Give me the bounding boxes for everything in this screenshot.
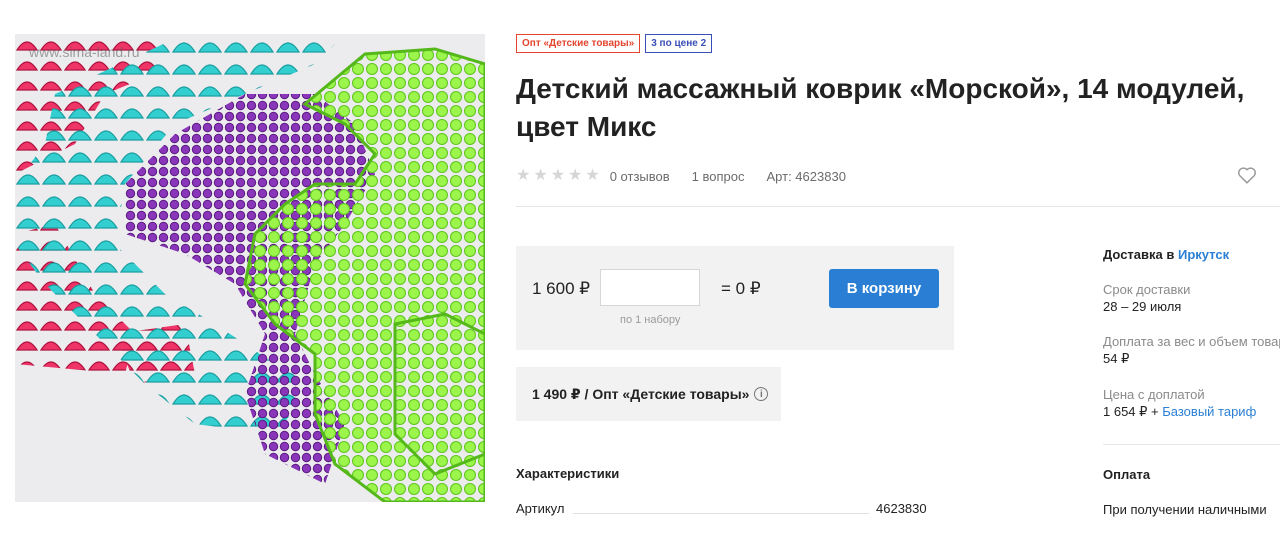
tariff-link[interactable]: Базовый тариф [1162,404,1256,419]
image-watermark: www.sima-land.ru [29,44,140,60]
favorite-heart-icon[interactable] [1236,164,1258,186]
star-icon: ★ [533,167,548,184]
payment-heading: Оплата [1103,467,1151,482]
leader-line [573,513,869,514]
massage-mat-illustration [15,34,485,502]
weight-surcharge-value: 54 ₽ [1103,351,1130,366]
star-icon: ★ [585,167,600,184]
unit-price: 1 600 ₽ [532,279,591,298]
price-with-surcharge-label: Цена с доплатой [1103,387,1205,402]
delivery-city-link[interactable]: Иркутск [1178,247,1229,262]
product-meta: ★ ★ ★ ★ ★ 0 отзывов 1 вопрос Арт: 462383… [516,167,846,185]
info-icon[interactable]: i [754,387,769,401]
badge-group: Опт «Детские товары» 3 по цене 2 [516,34,713,53]
characteristic-value: 4623830 [876,501,927,516]
characteristics-heading: Характеристики [516,466,620,481]
delivery-term-value: 28 – 29 июля [1103,299,1182,314]
payment-option: При получении наличными [1103,502,1267,517]
questions-link[interactable]: 1 вопрос [692,169,745,184]
delivery-panel: Доставка в Иркутск Срок доставки 28 – 29… [1103,247,1280,420]
right-column-divider [1103,444,1280,445]
delivery-heading: Доставка в Иркутск [1103,247,1280,262]
characteristic-label: Артикул [516,501,565,516]
product-title: Детский массажный коврик «Морской», 14 м… [516,73,1245,142]
price-with-surcharge-value: 1 654 ₽ + Базовый тариф [1103,404,1280,420]
weight-surcharge-label: Доплата за вес и объем товара [1103,334,1280,349]
buy-box: 1 600 ₽ по 1 набору = 0 ₽ В корзину [516,246,954,350]
reviews-link[interactable]: 0 отзывов [610,169,670,184]
total-price: = 0 ₽ [721,279,761,298]
star-icon: ★ [550,167,566,184]
quantity-input[interactable] [600,269,700,306]
article-number: Арт: 4623830 [766,168,846,184]
add-to-cart-button[interactable]: В корзину [829,269,939,308]
quantity-note: по 1 набору [620,314,681,326]
delivery-term-label: Срок доставки [1103,282,1191,297]
promo-badge[interactable]: 3 по цене 2 [645,34,713,53]
characteristic-row: Артикул 4623830 [516,501,936,519]
wholesale-price-text: 1 490 ₽ / Опт «Детские товары» [532,385,750,402]
wholesale-badge[interactable]: Опт «Детские товары» [516,34,641,53]
rating-stars[interactable]: ★ ★ ★ ★ ★ [516,168,600,184]
section-divider [516,206,1280,207]
star-icon: ★ [568,167,583,184]
delivery-heading-prefix: Доставка в [1103,247,1175,262]
product-image[interactable]: www.sima-land.ru [15,34,485,502]
wholesale-price-box: 1 490 ₽ / Опт «Детские товары» i [516,367,781,421]
star-icon: ★ [516,167,531,184]
surcharge-price-text: 1 654 ₽ + [1103,404,1159,419]
